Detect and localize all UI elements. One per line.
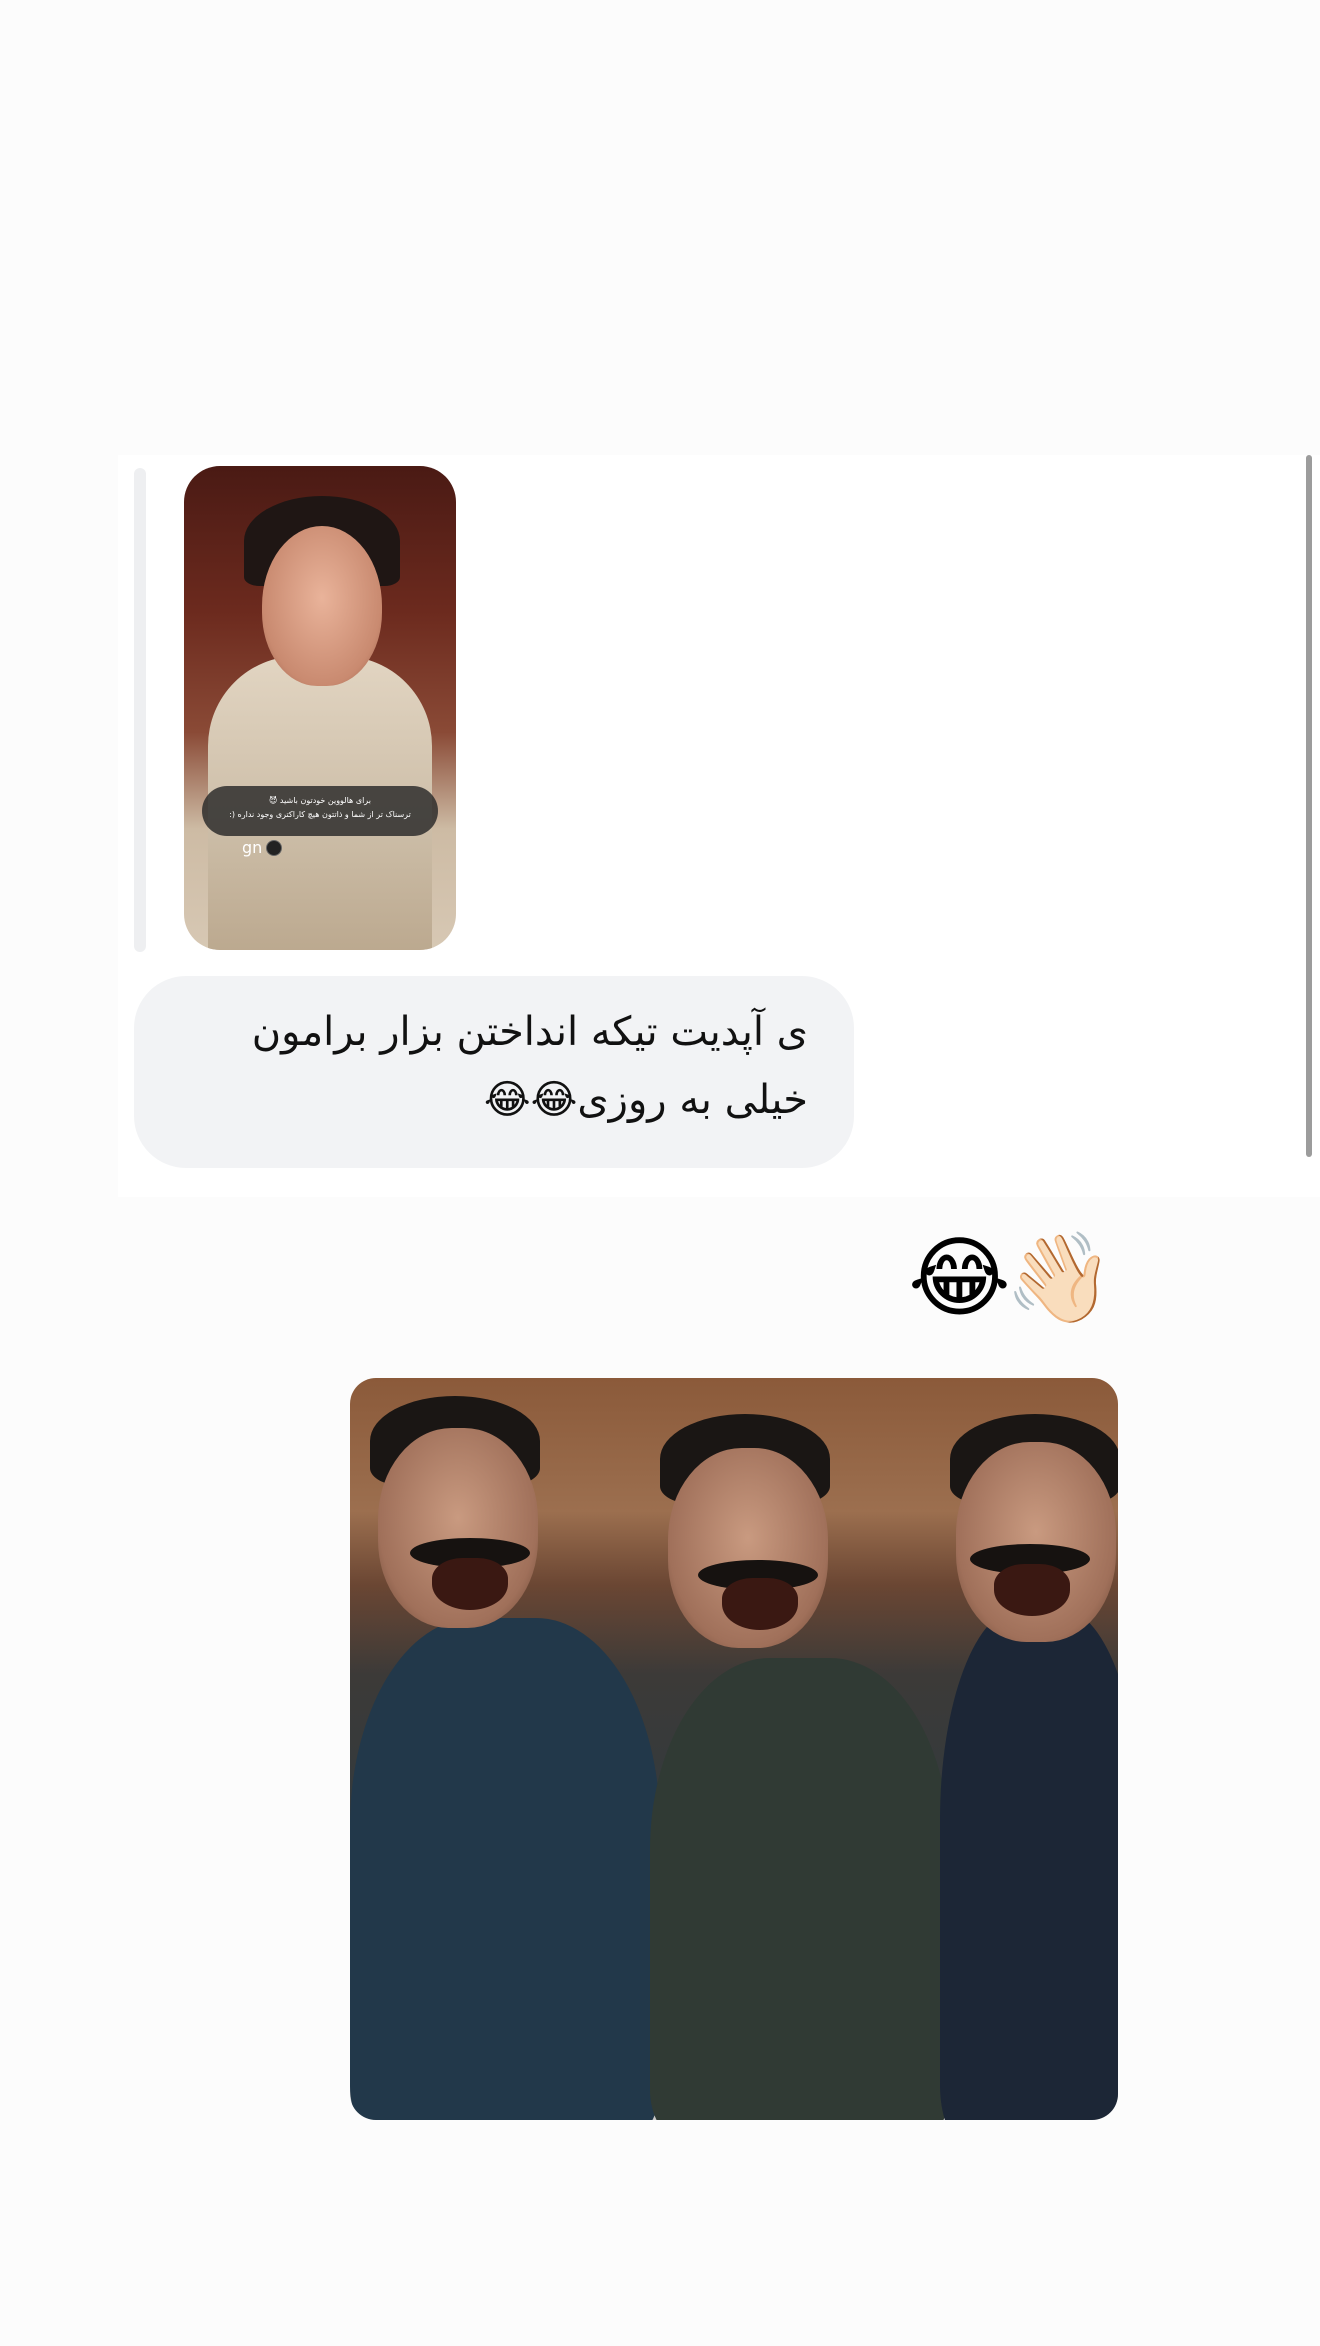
story-face-shape bbox=[262, 526, 382, 686]
sent-image-message[interactable] bbox=[350, 1378, 1118, 2120]
story-caption: برای هالووین خودتون باشید 😈 ترسناک تر از… bbox=[202, 786, 438, 836]
meme-person-left-mouth bbox=[432, 1558, 508, 1610]
story-tag: gn bbox=[242, 838, 283, 857]
meme-person-middle-body bbox=[650, 1658, 950, 2120]
story-reply-thumbnail[interactable]: برای هالووین خودتون باشید 😈 ترسناک تر از… bbox=[184, 466, 456, 950]
sent-emoji-message[interactable]: 😂👋🏻 bbox=[908, 1228, 1114, 1328]
received-message-bubble[interactable]: ی آپدیت تیکه انداختن بزار برامون خیلی به… bbox=[134, 976, 854, 1168]
reply-indicator-bar bbox=[134, 468, 146, 952]
meme-person-right-mouth bbox=[994, 1564, 1070, 1616]
meme-person-left-body bbox=[350, 1618, 660, 2120]
story-tag-label: gn bbox=[242, 838, 263, 857]
story-tag-dot-icon bbox=[266, 839, 283, 856]
story-caption-line-2: ترسناک تر از شما و ذاتتون هیچ کاراکتری و… bbox=[229, 810, 411, 819]
message-line-2: خیلی به روزی😂😂 bbox=[483, 1077, 808, 1123]
meme-person-middle-mouth bbox=[722, 1578, 798, 1630]
meme-person-right-body bbox=[940, 1608, 1118, 2120]
scrollbar[interactable] bbox=[1306, 455, 1312, 1157]
message-line-1: ی آپدیت تیکه انداختن بزار برامون bbox=[251, 1009, 808, 1055]
story-caption-line-1: برای هالووین خودتون باشید 😈 bbox=[269, 796, 371, 805]
